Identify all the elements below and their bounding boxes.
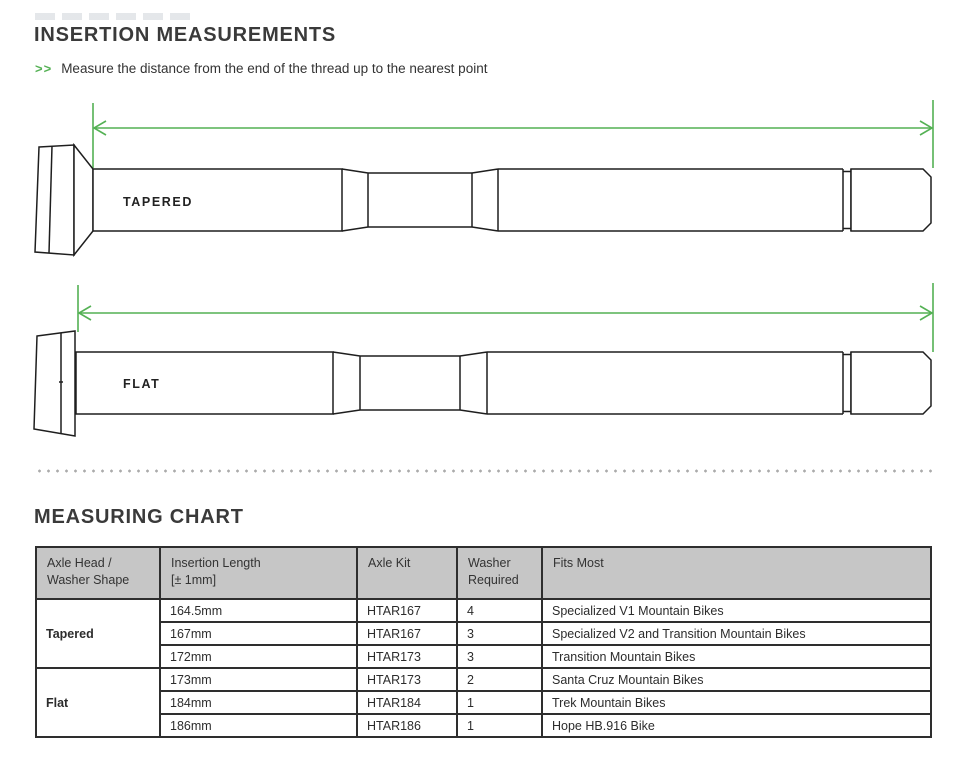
dotted-divider — [35, 469, 935, 473]
tapered-axle-diagram: TAPERED — [30, 95, 940, 265]
cell-shape-flat: Flat — [36, 668, 160, 737]
instruction-line: >> Measure the distance from the end of t… — [35, 61, 487, 76]
table-row: 167mm HTAR167 3 Specialized V2 and Trans… — [36, 622, 931, 645]
axle-head — [34, 331, 75, 436]
cell-washer-required: 1 — [457, 714, 542, 737]
cell-fits-most: Transition Mountain Bikes — [542, 645, 931, 668]
axle-groove — [843, 169, 851, 231]
axle-groove — [843, 352, 851, 414]
axle-thread-end — [851, 169, 931, 231]
table-row: Flat 173mm HTAR173 2 Santa Cruz Mountain… — [36, 668, 931, 691]
table-row: 172mm HTAR173 3 Transition Mountain Bike… — [36, 645, 931, 668]
cropped-text-remnant — [35, 13, 190, 20]
table-row: 186mm HTAR186 1 Hope HB.916 Bike — [36, 714, 931, 737]
cell-insertion-length: 167mm — [160, 622, 357, 645]
header-washer-required: WasherRequired — [457, 547, 542, 599]
header-axle-kit: Axle Kit — [357, 547, 457, 599]
page-title: INSERTION MEASUREMENTS — [34, 24, 336, 47]
axle-head-taper — [74, 145, 93, 255]
cell-washer-required: 2 — [457, 668, 542, 691]
cell-washer-required: 3 — [457, 622, 542, 645]
measuring-chart-table: Axle Head /Washer Shape Insertion Length… — [35, 546, 932, 738]
cell-fits-most: Santa Cruz Mountain Bikes — [542, 668, 931, 691]
dimension-arrow — [78, 283, 933, 352]
axle-shaft — [76, 352, 333, 414]
cell-insertion-length: 172mm — [160, 645, 357, 668]
cell-washer-required: 4 — [457, 599, 542, 622]
cell-washer-required: 3 — [457, 645, 542, 668]
instruction-text: Measure the distance from the end of the… — [61, 61, 487, 76]
cell-axle-kit: HTAR167 — [357, 622, 457, 645]
header-axle-head-washer-shape: Axle Head /Washer Shape — [36, 547, 160, 599]
flat-axle-diagram: FLAT — [30, 278, 940, 443]
cell-axle-kit: HTAR184 — [357, 691, 457, 714]
cell-fits-most: Trek Mountain Bikes — [542, 691, 931, 714]
header-insertion-length: Insertion Length[± 1mm] — [160, 547, 357, 599]
double-chevron-icon: >> — [35, 61, 52, 76]
table-header-row: Axle Head /Washer Shape Insertion Length… — [36, 547, 931, 599]
header-fits-most: Fits Most — [542, 547, 931, 599]
cell-washer-required: 1 — [457, 691, 542, 714]
cell-fits-most: Hope HB.916 Bike — [542, 714, 931, 737]
cell-insertion-length: 186mm — [160, 714, 357, 737]
cell-axle-kit: HTAR173 — [357, 668, 457, 691]
axle-thread-end — [851, 352, 931, 414]
axle-label-tapered: TAPERED — [123, 195, 193, 209]
cell-axle-kit: HTAR186 — [357, 714, 457, 737]
cell-fits-most: Specialized V1 Mountain Bikes — [542, 599, 931, 622]
manual-page: INSERTION MEASUREMENTS >> Measure the dis… — [0, 0, 970, 776]
dimension-arrow — [93, 100, 933, 168]
cell-insertion-length: 184mm — [160, 691, 357, 714]
cell-axle-kit: HTAR167 — [357, 599, 457, 622]
axle-label-flat: FLAT — [123, 377, 160, 391]
axle-outline — [34, 331, 931, 436]
cell-shape-tapered: Tapered — [36, 599, 160, 668]
cell-insertion-length: 173mm — [160, 668, 357, 691]
table-row: 184mm HTAR184 1 Trek Mountain Bikes — [36, 691, 931, 714]
table-row: Tapered 164.5mm HTAR167 4 Specialized V1… — [36, 599, 931, 622]
chart-title: MEASURING CHART — [34, 506, 244, 529]
cell-insertion-length: 164.5mm — [160, 599, 357, 622]
cell-axle-kit: HTAR173 — [357, 645, 457, 668]
cell-fits-most: Specialized V2 and Transition Mountain B… — [542, 622, 931, 645]
axle-head — [35, 145, 74, 255]
